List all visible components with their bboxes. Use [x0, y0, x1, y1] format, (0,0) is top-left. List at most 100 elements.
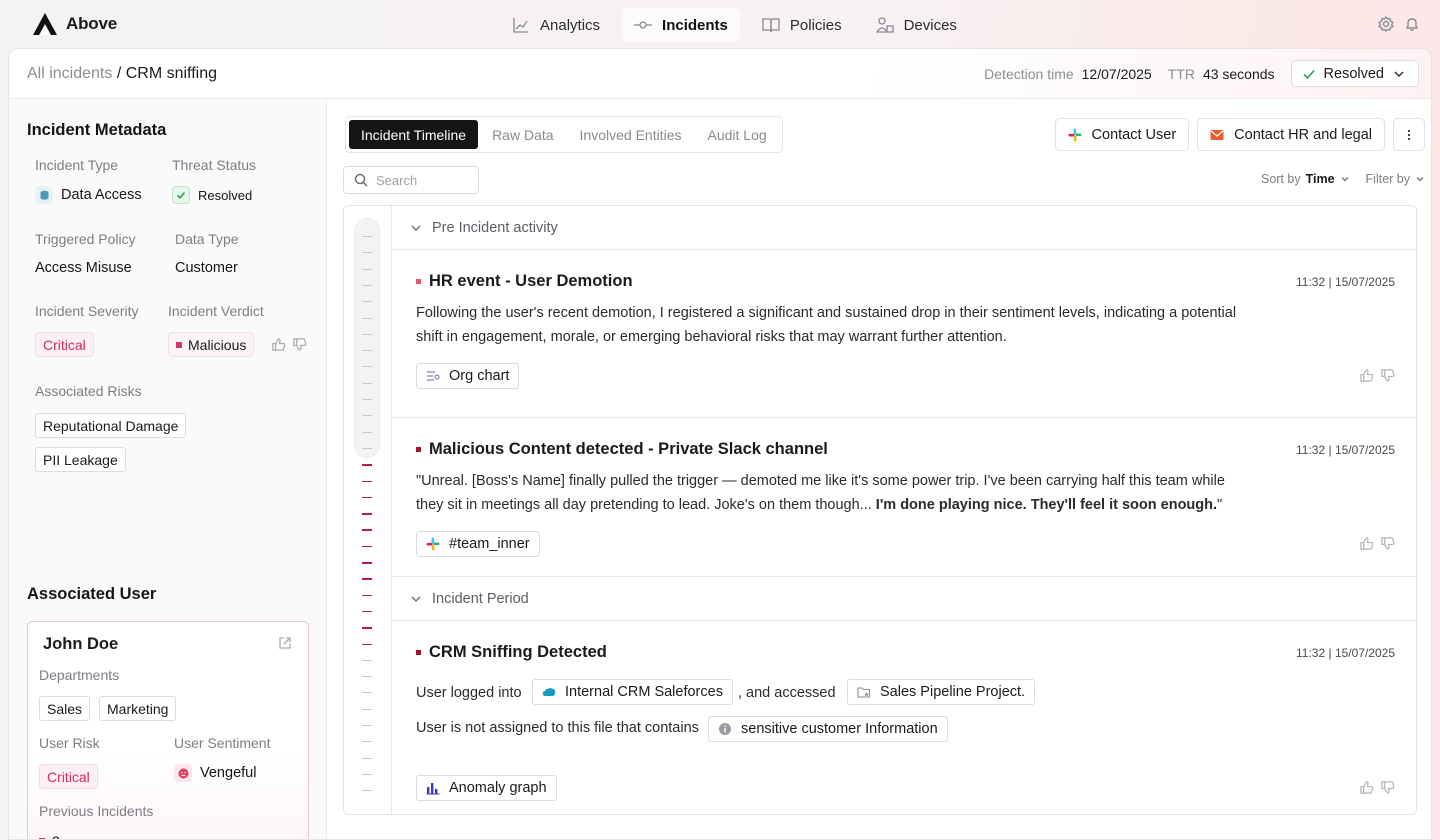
user-card: John Doe Departments Sales Marketing Use…	[27, 621, 309, 839]
mail-icon	[1210, 129, 1224, 140]
tab-raw-data[interactable]: Raw Data	[480, 120, 565, 149]
timeline-tick	[362, 545, 372, 548]
timeline-tick	[362, 496, 372, 499]
check-square-icon	[172, 186, 190, 204]
slack-icon	[1068, 128, 1082, 141]
breadcrumb-root-link[interactable]: All incidents	[27, 65, 112, 82]
section-incident-period[interactable]: Incident Period	[392, 577, 1416, 621]
event-time: 11:32 | 15/07/2025	[1296, 646, 1395, 660]
gear-icon[interactable]	[1378, 16, 1394, 32]
crm-chip[interactable]: Internal CRM Saleforces	[532, 679, 733, 705]
search-input[interactable]	[376, 172, 466, 188]
thumbs-up-icon[interactable]	[1359, 780, 1374, 795]
timeline-tick	[362, 594, 372, 597]
thumbs-down-icon[interactable]	[292, 337, 307, 352]
timeline-rail-track	[354, 218, 380, 458]
thumbs-up-icon[interactable]	[1359, 368, 1374, 383]
event-title-text: HR event - User Demotion	[429, 272, 633, 290]
thumbs-up-icon[interactable]	[271, 337, 286, 352]
check-icon	[1302, 69, 1315, 79]
tab-incident-timeline[interactable]: Incident Timeline	[349, 120, 479, 149]
user-sentiment-label: User Sentiment	[174, 735, 271, 751]
severity-marker	[416, 279, 421, 284]
associated-user-title: Associated User	[27, 585, 157, 603]
timeline-tick	[362, 382, 372, 384]
section-title: Pre Incident activity	[432, 219, 558, 236]
section-pre-incident[interactable]: Pre Incident activity	[392, 206, 1416, 250]
user-name: John Doe	[43, 635, 119, 653]
timeline-tick	[362, 350, 372, 352]
timeline-tick	[362, 431, 372, 433]
contact-user-button[interactable]: Contact User	[1054, 118, 1190, 151]
thumbs-down-icon[interactable]	[1380, 368, 1395, 383]
user-risk-label: User Risk	[39, 735, 100, 751]
tab-involved-entities[interactable]: Involved Entities	[568, 120, 694, 149]
timeline-tick	[362, 562, 372, 564]
data-type-value: Customer	[175, 260, 238, 276]
folder-star-icon	[857, 687, 871, 698]
thumbs-down-icon[interactable]	[1380, 780, 1395, 795]
main-nav: Analytics Incidents Policies Devices	[500, 8, 969, 42]
external-link-icon[interactable]	[278, 636, 292, 650]
status-dropdown-label: Resolved	[1323, 65, 1384, 82]
chevron-down-icon	[411, 224, 421, 231]
incident-timeline: Pre Incident activity HR event - User De…	[343, 205, 1417, 815]
timeline-tick	[362, 284, 372, 286]
filter-dropdown[interactable]: Filter by	[1366, 172, 1425, 186]
anomaly-graph-chip[interactable]: Anomaly graph	[416, 775, 557, 801]
nav-tab-label: Incidents	[662, 16, 728, 34]
timeline-tick	[362, 741, 372, 743]
app-logo[interactable]: Above	[32, 12, 117, 36]
slack-channel-chip[interactable]: #team_inner	[416, 531, 540, 557]
book-icon	[762, 18, 780, 33]
chip-label: Anomaly graph	[449, 780, 547, 796]
breadcrumb-separator: /	[112, 65, 126, 82]
event-title: HR event - User Demotion	[416, 272, 633, 291]
nav-tab-analytics[interactable]: Analytics	[500, 8, 612, 42]
more-vertical-icon	[1407, 129, 1411, 140]
org-chart-chip[interactable]: Org chart	[416, 363, 520, 389]
chip-label: Internal CRM Saleforces	[565, 684, 723, 700]
thumbs-up-icon[interactable]	[1359, 536, 1374, 551]
severity-marker	[416, 650, 421, 655]
nav-tab-incidents[interactable]: Incidents	[622, 8, 740, 42]
bell-icon[interactable]	[1404, 16, 1420, 32]
content-tabs: Incident Timeline Raw Data Involved Enti…	[345, 116, 783, 153]
database-icon	[35, 186, 53, 204]
threat-status-text: Resolved	[198, 187, 253, 203]
timeline-rail[interactable]	[344, 206, 392, 814]
detection-time-label: Detection time	[984, 65, 1074, 82]
event-description: "Unreal. [Boss's Name] finally pulled th…	[416, 469, 1246, 517]
risk-tag: PII Leakage	[35, 447, 126, 472]
breadcrumb: All incidents / CRM sniffing	[27, 65, 217, 83]
sort-dropdown[interactable]: Sort by Time	[1261, 172, 1350, 186]
thumbs-down-icon[interactable]	[1380, 536, 1395, 551]
nav-tab-devices[interactable]: Devices	[864, 8, 969, 42]
user-risk-badge: Critical	[39, 764, 98, 789]
severity-marker	[416, 447, 421, 452]
devices-icon	[875, 17, 894, 33]
nav-tab-policies[interactable]: Policies	[750, 8, 854, 42]
sensitive-info-chip[interactable]: sensitive customer Information	[708, 716, 948, 742]
contact-hr-button[interactable]: Contact HR and legal	[1197, 118, 1385, 151]
chevron-down-icon	[1416, 176, 1424, 182]
more-options-button[interactable]	[1393, 118, 1425, 151]
nav-tab-label: Devices	[903, 16, 957, 34]
timeline-tick	[362, 399, 372, 400]
timeline-tick	[362, 757, 372, 759]
chip-label: Org chart	[449, 368, 510, 384]
analytics-icon	[513, 18, 528, 33]
timeline-tick	[362, 447, 372, 449]
breadcrumb-current: CRM sniffing	[125, 65, 218, 82]
timeline-tick	[362, 333, 372, 335]
triggered-policy-label: Triggered Policy	[35, 231, 136, 247]
status-dropdown[interactable]: Resolved	[1290, 60, 1419, 87]
event-line-text: User logged into	[416, 685, 522, 701]
event-line-text: User is not assigned to this file that c…	[416, 720, 699, 736]
file-chip[interactable]: Sales Pipeline Project.	[847, 679, 1036, 705]
contact-user-label: Contact User	[1091, 126, 1177, 143]
incident-actions: Contact User Contact HR and legal	[1054, 118, 1425, 151]
previous-incidents-value[interactable]: 2	[39, 833, 60, 839]
timeline-tick	[362, 301, 372, 303]
tab-audit-log[interactable]: Audit Log	[695, 120, 778, 149]
